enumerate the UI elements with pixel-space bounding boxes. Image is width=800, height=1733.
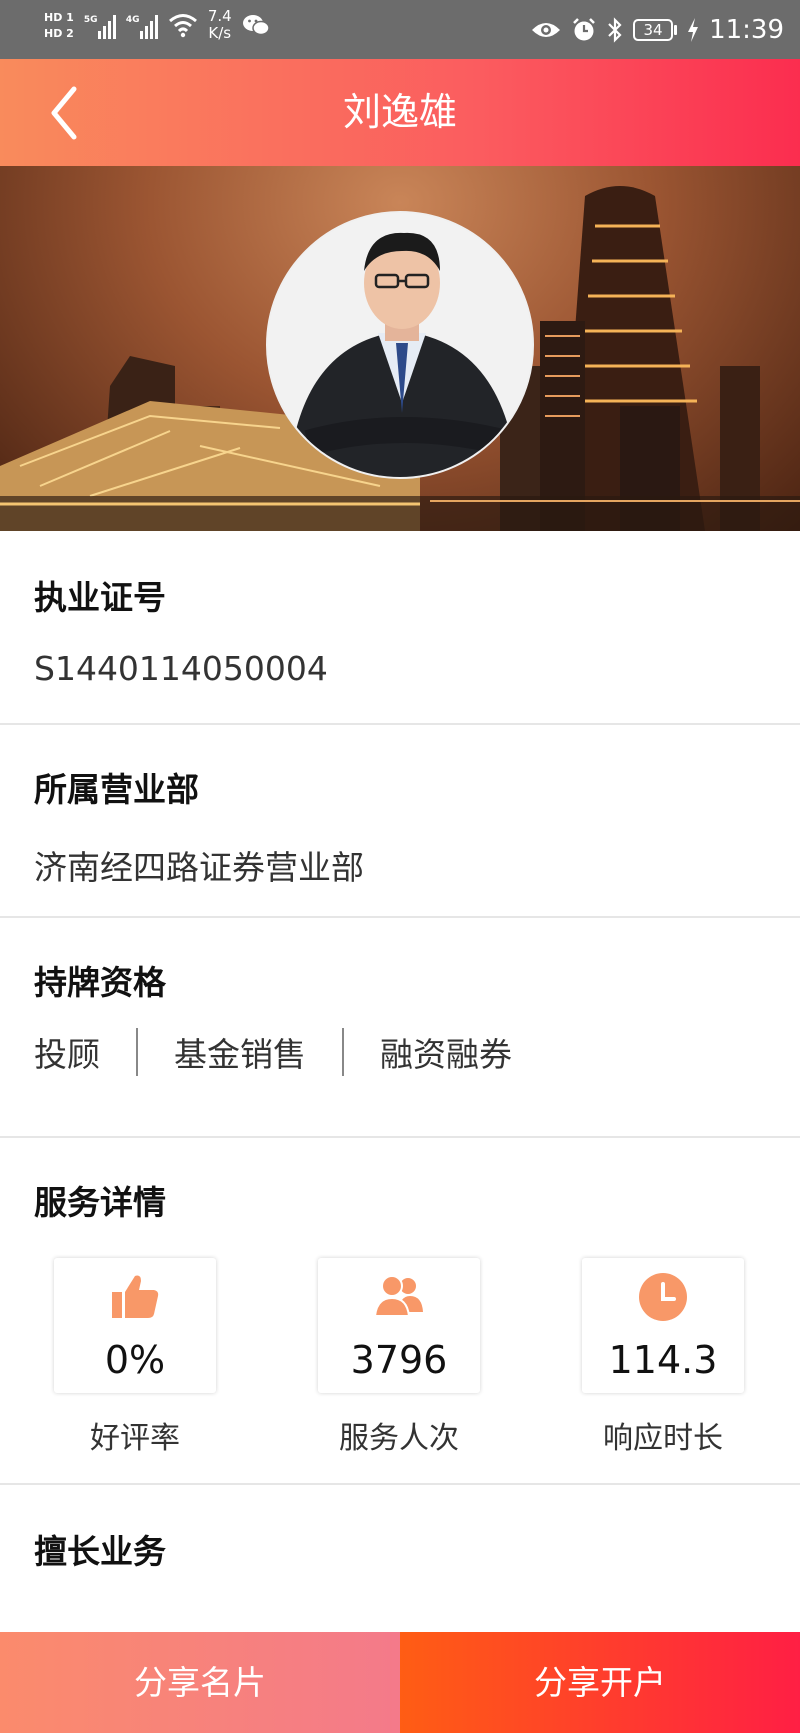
stat-rating: 0% 好评率 <box>54 1258 216 1457</box>
branch-section: 所属营业部 济南经四路证券营业部 <box>0 725 800 918</box>
qualifications-title: 持牌资格 <box>34 963 166 1002</box>
profile-banner <box>0 166 800 531</box>
net2-label: 4G <box>125 15 140 25</box>
thumbs-up-icon <box>112 1275 159 1318</box>
hd-indicators: HD 1 HD 2 <box>44 11 74 40</box>
hd1-label: HD 1 <box>44 10 74 24</box>
stat-value: 3796 <box>350 1338 448 1382</box>
bottom-action-bar: 分享名片 分享开户 <box>0 1632 800 1733</box>
hd2-label: HD 2 <box>44 26 74 40</box>
page-title: 刘逸雄 <box>342 90 457 134</box>
stat-card: 114.3 <box>582 1258 744 1393</box>
divider <box>136 1028 138 1076</box>
battery-level: 34 <box>633 18 674 41</box>
service-title: 服务详情 <box>34 1183 166 1222</box>
network-speed: 7.4 K/s <box>208 8 232 42</box>
stat-label: 好评率 <box>90 1421 180 1456</box>
qualifications-section: 持牌资格 投顾 基金销售 融资融券 <box>0 918 800 1138</box>
branch-value: 济南经四路证券营业部 <box>34 848 364 887</box>
license-value: S1440114050004 <box>34 649 328 688</box>
clock-icon <box>639 1273 687 1321</box>
speed-value: 7.4 <box>207 7 232 25</box>
stat-served: 3796 服务人次 <box>318 1258 480 1457</box>
specialty-title: 擅长业务 <box>34 1532 166 1571</box>
qualification-item: 基金销售 <box>174 1035 306 1074</box>
stat-label: 响应时长 <box>603 1421 723 1456</box>
stat-card: 0% <box>54 1258 216 1393</box>
license-title: 执业证号 <box>34 578 166 617</box>
header-bar: 刘逸雄 <box>0 59 800 166</box>
status-right: 34 11:39 <box>531 0 784 59</box>
stat-value: 114.3 <box>608 1338 718 1382</box>
bluetooth-icon <box>608 16 622 43</box>
charging-icon <box>688 17 699 42</box>
service-section: 服务详情 0% 好评率 3796 服务人次 114.3 响应时长 <box>0 1138 800 1485</box>
branch-title: 所属营业部 <box>34 770 199 809</box>
divider <box>342 1028 344 1076</box>
net1-label: 5G <box>83 15 98 25</box>
stat-label: 服务人次 <box>339 1421 459 1456</box>
users-icon <box>374 1275 423 1317</box>
license-section: 执业证号 S1440114050004 <box>0 531 800 725</box>
share-card-button[interactable]: 分享名片 <box>0 1632 400 1733</box>
stat-card: 3796 <box>318 1258 480 1393</box>
stat-value: 0% <box>104 1338 166 1382</box>
status-bar: HD 1 HD 2 5G 4G 7.4 K/s 34 11:39 <box>0 0 800 59</box>
speed-unit: K/s <box>208 24 232 42</box>
status-left: HD 1 HD 2 5G 4G 7.4 K/s <box>44 8 270 42</box>
avatar <box>266 211 534 479</box>
clock-time: 11:39 <box>709 14 784 45</box>
wifi-icon <box>168 14 197 38</box>
qualification-item: 融资融券 <box>380 1035 512 1074</box>
signal-4g-icon: 4G <box>126 11 158 39</box>
specialty-section: 擅长业务 <box>0 1485 800 1632</box>
share-open-account-button[interactable]: 分享开户 <box>400 1632 800 1733</box>
stat-response: 114.3 响应时长 <box>582 1258 744 1457</box>
signal-5g-icon: 5G <box>84 11 116 39</box>
person-photo <box>268 213 532 477</box>
eye-icon <box>532 22 561 37</box>
qualification-item: 投顾 <box>34 1035 100 1074</box>
wechat-icon <box>242 15 270 36</box>
battery-icon: 34 <box>633 18 678 41</box>
qualification-list: 投顾 基金销售 融资融券 <box>34 1028 512 1076</box>
alarm-icon <box>573 17 595 40</box>
